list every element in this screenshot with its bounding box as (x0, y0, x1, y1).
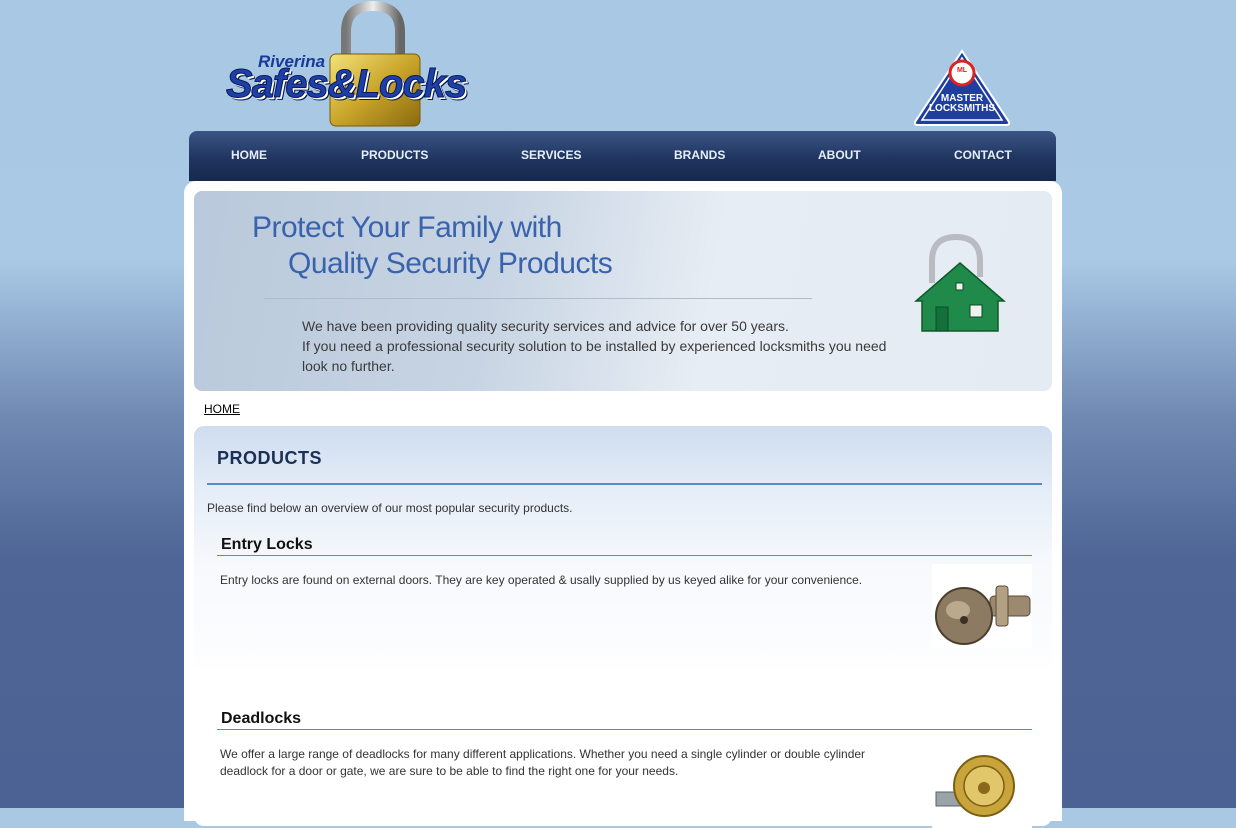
banner-heading-line2: Quality Security Products (288, 247, 613, 280)
entry-locks-text: Entry locks are found on external doors.… (220, 573, 863, 587)
page-title: PRODUCTS (217, 448, 323, 468)
entry-locks-title: Entry Locks (221, 536, 313, 553)
house-padlock-icon (913, 233, 1007, 332)
nav-products[interactable]: PRODUCTS (361, 148, 428, 162)
deadlocks-divider (217, 729, 1032, 730)
badge-initials: ML (957, 67, 968, 74)
main-nav: HOME PRODUCTS SERVICES BRANDS ABOUT CONT… (189, 131, 1056, 181)
deadlocks-text: We offer a large range of deadlocks for … (220, 747, 866, 778)
badge-text: MASTER LOCKSMITHS (912, 94, 1012, 114)
deadlock-image (932, 744, 1032, 828)
nav-contact[interactable]: CONTACT (954, 148, 1012, 162)
nav-about[interactable]: ABOUT (818, 148, 861, 162)
banner-line2: If you need a professional security solu… (302, 338, 887, 374)
content-panel: Protect Your Family with Quality Securit… (184, 181, 1062, 828)
banner-heading-line1: Protect Your Family with (252, 211, 562, 244)
site-logo[interactable]: Riverina Safes&Locks (218, 0, 568, 130)
banner-text: We have been providing quality security … (302, 316, 902, 376)
banner-line1: We have been providing quality security … (302, 318, 789, 334)
banner-divider (264, 298, 812, 299)
master-locksmiths-logo-icon: ML (913, 49, 1011, 126)
deadlocks-title: Deadlocks (221, 710, 302, 727)
entry-locks-divider (217, 555, 1032, 556)
products-divider (207, 483, 1042, 485)
master-locksmiths-badge: ML MASTER LOCKSMITHS (912, 48, 1012, 126)
nav-brands[interactable]: BRANDS (674, 148, 725, 162)
nav-services[interactable]: SERVICES (521, 148, 581, 162)
breadcrumb-home[interactable]: HOME (204, 402, 240, 416)
logo-main-text: Safes&Locks (225, 62, 467, 107)
nav-home[interactable]: HOME (231, 148, 267, 162)
entry-lock-image (932, 564, 1032, 648)
hero-banner: Protect Your Family with Quality Securit… (194, 191, 1052, 391)
badge-line2: LOCKSMITHS (928, 103, 996, 114)
products-intro: Please find below an overview of our mos… (207, 501, 573, 515)
products-section: PRODUCTS Please find below an overview o… (194, 426, 1052, 828)
